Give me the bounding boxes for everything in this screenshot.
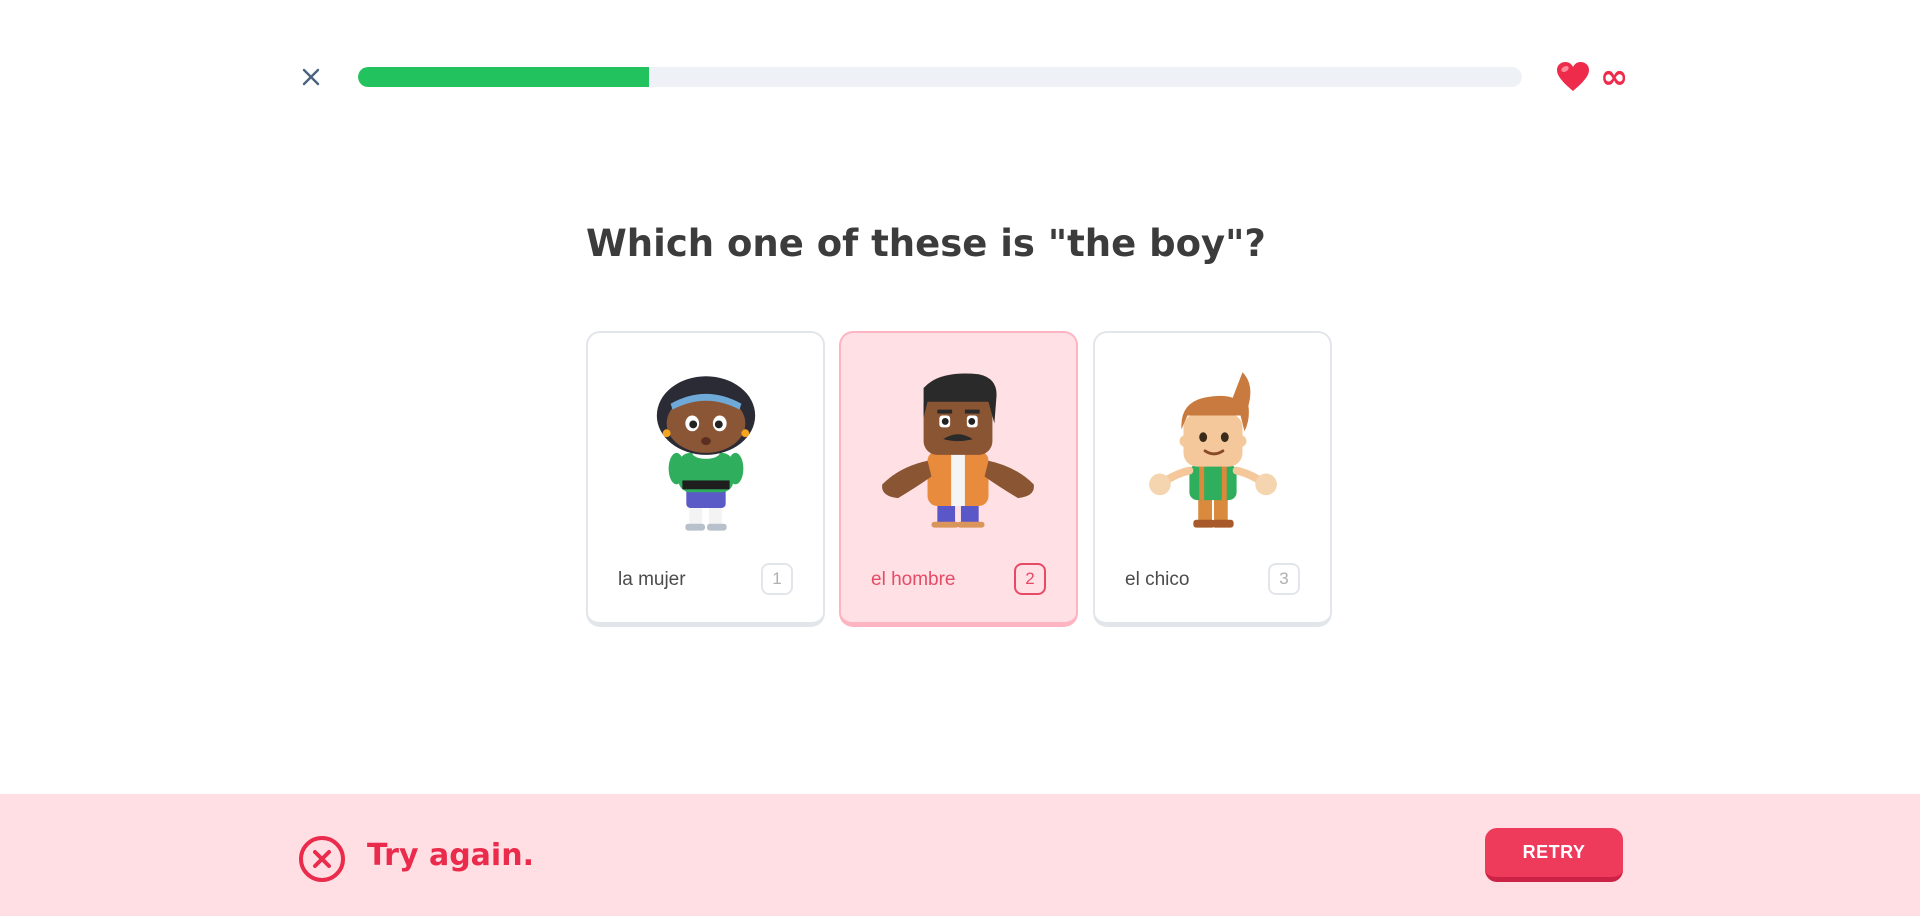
choice-label: el chico <box>1125 569 1190 590</box>
choice-card-el-chico[interactable]: el chico 3 <box>1093 331 1332 627</box>
progress-bar-fill <box>358 67 649 87</box>
hearts-count: ∞ <box>1600 57 1629 97</box>
heart-icon <box>1557 62 1589 91</box>
choice-card-el-hombre[interactable]: el hombre 2 <box>839 331 1078 627</box>
feedback-message: Try again. <box>367 838 534 873</box>
choice-key-badge: 1 <box>761 563 793 595</box>
woman-character-image <box>656 376 756 531</box>
choice-card-la-mujer[interactable]: la mujer 1 <box>586 331 825 627</box>
choice-label: la mujer <box>618 569 686 590</box>
retry-button[interactable]: RETRY <box>1485 828 1623 882</box>
lesson-screen: ∞ Which one of these is "the boy"? la mu… <box>0 0 1920 916</box>
hearts-indicator[interactable]: ∞ <box>1556 60 1628 94</box>
man-character-image <box>882 373 1034 528</box>
choice-key-badge: 2 <box>1014 563 1046 595</box>
close-icon <box>302 68 320 86</box>
x-circle-icon <box>299 836 345 882</box>
question-title: Which one of these is "the boy"? <box>586 222 1266 265</box>
choice-key-badge: 3 <box>1268 563 1300 595</box>
progress-bar <box>358 67 1522 87</box>
choice-label: el hombre <box>871 569 956 590</box>
boy-character-image <box>1149 372 1277 528</box>
feedback-bar: Try again. RETRY <box>0 794 1920 916</box>
close-button[interactable] <box>296 62 326 92</box>
